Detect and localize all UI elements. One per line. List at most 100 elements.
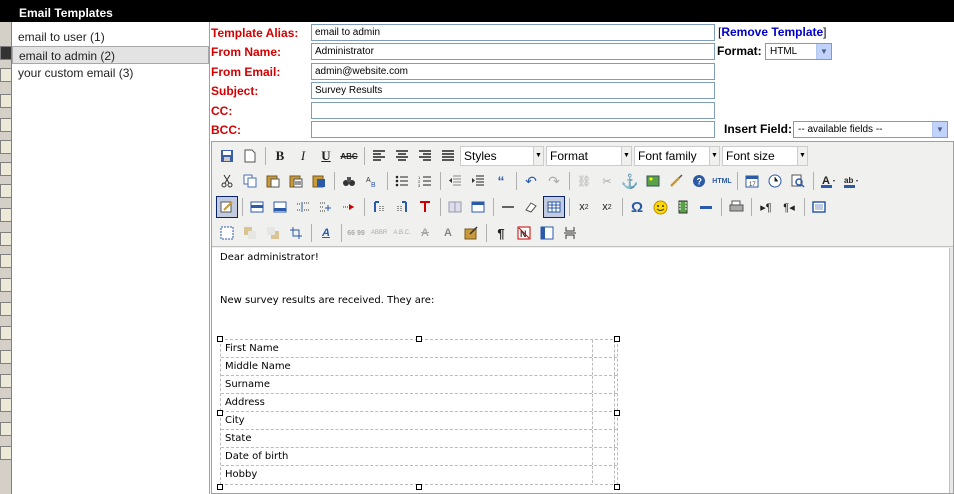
resize-handle[interactable]	[614, 336, 620, 342]
delete-row-icon[interactable]	[338, 196, 360, 218]
smiley-icon[interactable]	[649, 196, 671, 218]
field-name-cell[interactable]: First Name	[223, 340, 593, 357]
paste-text-icon[interactable]	[285, 170, 307, 192]
nonbreaking-icon[interactable]: N	[513, 222, 535, 244]
justify-icon[interactable]	[437, 145, 459, 167]
redo-icon[interactable]: ↷	[543, 170, 565, 192]
template-item-email-to-user[interactable]: email to user (1)	[12, 28, 209, 46]
toolbar-strip-icon[interactable]	[0, 184, 11, 198]
blockquote-icon[interactable]: “	[490, 170, 512, 192]
paste-icon[interactable]	[262, 170, 284, 192]
field-value-cell[interactable]	[595, 412, 615, 429]
template-item-custom-email[interactable]: your custom email (3)	[12, 64, 209, 82]
cite-icon[interactable]: 66 99	[345, 222, 367, 244]
cell-props-icon[interactable]	[315, 196, 337, 218]
highlight-color-icon[interactable]: ab	[840, 170, 862, 192]
font-size-dropdown[interactable]: Font size ▼	[722, 146, 808, 166]
visual-chars-icon[interactable]: ¶	[490, 222, 512, 244]
html-icon[interactable]: HTML	[711, 170, 733, 192]
field-value-cell[interactable]	[595, 448, 615, 465]
toolbar-strip-icon[interactable]	[0, 446, 11, 460]
toolbar-strip-icon[interactable]	[0, 94, 11, 108]
font-family-dropdown[interactable]: Font family ▼	[634, 146, 720, 166]
field-name-cell[interactable]: Address	[223, 394, 593, 411]
toolbar-strip-icon[interactable]	[0, 68, 11, 82]
alias-input[interactable]	[311, 24, 715, 41]
abbreviation-icon[interactable]: ABBR	[368, 222, 390, 244]
horizontal-rule-icon[interactable]	[497, 196, 519, 218]
numbered-list-icon[interactable]: 123	[414, 170, 436, 192]
resize-handle[interactable]	[217, 484, 223, 490]
visual-aid-icon[interactable]	[216, 196, 238, 218]
format-dropdown[interactable]: Format ▼	[546, 146, 632, 166]
omega-icon[interactable]: Ω	[626, 196, 648, 218]
insert-layer-icon[interactable]	[216, 222, 238, 244]
page-break-icon[interactable]	[559, 222, 581, 244]
row-props-icon[interactable]	[292, 196, 314, 218]
field-name-cell[interactable]: Date of birth	[223, 448, 593, 465]
bold-icon[interactable]: B	[269, 145, 291, 167]
replace-icon[interactable]: AB	[361, 170, 383, 192]
insert-col-before-icon[interactable]	[368, 196, 390, 218]
insert-time-icon[interactable]	[764, 170, 786, 192]
outdent-icon[interactable]	[444, 170, 466, 192]
resize-handle[interactable]	[614, 410, 620, 416]
subject-input[interactable]	[311, 82, 715, 99]
find-icon[interactable]	[338, 170, 360, 192]
cut-icon[interactable]	[216, 170, 238, 192]
image-icon[interactable]	[642, 170, 664, 192]
rtl-icon[interactable]: ¶◂	[778, 196, 800, 218]
editor-content[interactable]: Dear administrator! New survey results a…	[212, 248, 949, 493]
field-value-cell[interactable]	[595, 430, 615, 447]
align-right-icon[interactable]	[414, 145, 436, 167]
field-value-cell[interactable]	[595, 466, 615, 483]
strikethrough-icon[interactable]: ABC	[338, 145, 360, 167]
underline-icon[interactable]: U	[315, 145, 337, 167]
format-select[interactable]: HTML ▼	[765, 43, 832, 60]
absolute-position-icon[interactable]	[285, 222, 307, 244]
from-name-input[interactable]	[311, 43, 715, 60]
toolbar-strip-icon[interactable]	[0, 398, 11, 412]
preview-icon[interactable]	[787, 170, 809, 192]
insert-row-before-icon[interactable]	[246, 196, 268, 218]
ltr-icon[interactable]: ▸¶	[755, 196, 777, 218]
resize-handle[interactable]	[416, 336, 422, 342]
field-name-cell[interactable]: City	[223, 412, 593, 429]
italic-icon[interactable]: I	[292, 145, 314, 167]
template-item-email-to-admin[interactable]: email to admin (2)	[12, 46, 209, 64]
field-value-cell[interactable]	[595, 358, 615, 375]
toolbar-strip-icon[interactable]	[0, 278, 11, 292]
resize-handle[interactable]	[217, 410, 223, 416]
field-value-cell[interactable]	[595, 376, 615, 393]
field-name-cell[interactable]: Middle Name	[223, 358, 593, 375]
styleprops-icon[interactable]: A	[315, 222, 337, 244]
toolbar-strip-icon[interactable]	[0, 162, 11, 176]
bullet-list-icon[interactable]	[391, 170, 413, 192]
deletion-icon[interactable]: A	[414, 222, 436, 244]
print-icon[interactable]	[725, 196, 747, 218]
insert-col-after-icon[interactable]	[391, 196, 413, 218]
indent-icon[interactable]	[467, 170, 489, 192]
merge-cells-icon[interactable]	[467, 196, 489, 218]
field-value-cell[interactable]	[595, 394, 615, 411]
toolbar-strip-icon[interactable]	[0, 350, 11, 364]
table-icon[interactable]	[543, 196, 565, 218]
fullscreen-icon[interactable]	[808, 196, 830, 218]
toolbar-strip-icon[interactable]	[0, 46, 11, 60]
copy-icon[interactable]	[239, 170, 261, 192]
remove-format-icon[interactable]	[520, 196, 542, 218]
advanced-hr-icon[interactable]	[695, 196, 717, 218]
text-color-icon[interactable]: A	[817, 170, 839, 192]
field-value-cell[interactable]	[595, 340, 615, 357]
media-icon[interactable]	[672, 196, 694, 218]
resize-handle[interactable]	[217, 336, 223, 342]
attributes-icon[interactable]	[460, 222, 482, 244]
resize-handle[interactable]	[416, 484, 422, 490]
resize-handle[interactable]	[614, 484, 620, 490]
link-icon[interactable]: ⛓	[573, 170, 595, 192]
subscript-icon[interactable]: x2	[573, 196, 595, 218]
align-left-icon[interactable]	[368, 145, 390, 167]
toolbar-strip-icon[interactable]	[0, 232, 11, 246]
insertion-icon[interactable]: A	[437, 222, 459, 244]
template-icon[interactable]	[536, 222, 558, 244]
